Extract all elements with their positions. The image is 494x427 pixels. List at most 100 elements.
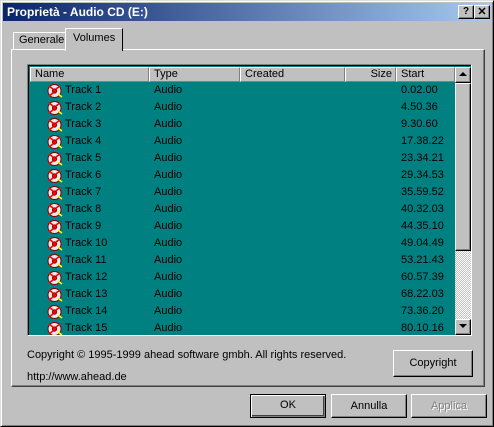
row-start: 40.32.03 <box>401 203 444 215</box>
tab-volumes[interactable]: Volumes <box>65 28 123 51</box>
row-start: 80.10.16 <box>401 322 444 334</box>
scroll-thumb[interactable] <box>455 83 471 251</box>
row-type: Audio <box>154 169 183 181</box>
row-type: Audio <box>154 186 183 198</box>
audio-track-icon <box>47 288 63 302</box>
table-row[interactable]: Track 15 Audio 80.10.16 <box>30 320 455 335</box>
row-type: Audio <box>154 271 183 283</box>
row-name: Track 11 <box>65 254 107 266</box>
audio-track-icon <box>47 169 63 183</box>
audio-track-icon <box>47 220 63 234</box>
audio-track-icon <box>47 101 63 115</box>
row-type: Audio <box>154 220 183 232</box>
copyright-button[interactable]: Copyright <box>393 350 473 377</box>
table-row[interactable]: Track 14 Audio 73.36.20 <box>30 303 455 320</box>
table-row[interactable]: Track 8 Audio 40.32.03 <box>30 201 455 218</box>
audio-track-icon <box>47 237 63 251</box>
row-start: 23.34.21 <box>401 152 444 164</box>
table-row[interactable]: Track 13 Audio 68.22.03 <box>30 286 455 303</box>
row-name: Track 3 <box>65 118 102 130</box>
audio-track-icon <box>47 203 63 217</box>
table-row[interactable]: Track 5 Audio 23.34.21 <box>30 150 455 167</box>
help-button[interactable]: ? <box>458 5 474 19</box>
vertical-scrollbar[interactable] <box>455 67 471 335</box>
scroll-up-button[interactable] <box>455 67 471 83</box>
row-type: Audio <box>154 203 183 215</box>
audio-track-icon <box>47 322 63 335</box>
row-name: Track 2 <box>65 101 102 113</box>
row-type: Audio <box>154 152 183 164</box>
properties-dialog: Proprietà - Audio CD (E:) ? ✕ Generale V… <box>0 0 494 427</box>
row-name: Track 5 <box>65 152 102 164</box>
audio-track-icon <box>47 118 63 132</box>
audio-track-icon <box>47 305 63 319</box>
row-name: Track 15 <box>65 322 108 334</box>
window-title: Proprietà - Audio CD (E:) <box>7 5 148 19</box>
website-url: http://www.ahead.de <box>27 371 127 383</box>
table-row[interactable]: Track 7 Audio 35.59.52 <box>30 184 455 201</box>
ok-button[interactable]: OK <box>250 394 326 418</box>
row-type: Audio <box>154 237 183 249</box>
table-row[interactable]: Track 2 Audio 4.50.36 <box>30 99 455 116</box>
row-start: 49.04.49 <box>401 237 444 249</box>
row-start: 60.57.39 <box>401 271 444 283</box>
audio-track-icon <box>47 271 63 285</box>
row-type: Audio <box>154 135 183 147</box>
table-row[interactable]: Track 12 Audio 60.57.39 <box>30 269 455 286</box>
row-name: Track 7 <box>65 186 102 198</box>
cancel-button[interactable]: Annulla <box>331 394 407 418</box>
arrow-down-icon <box>459 324 467 328</box>
row-name: Track 9 <box>65 220 102 232</box>
audio-track-icon <box>47 152 63 166</box>
row-type: Audio <box>154 322 183 334</box>
audio-track-icon <box>47 186 63 200</box>
audio-track-icon <box>47 135 63 149</box>
audio-track-icon <box>47 254 63 268</box>
row-start: 44.35.10 <box>401 220 444 232</box>
table-row[interactable]: Track 3 Audio 9.30.60 <box>30 116 455 133</box>
tab-generale[interactable]: Generale <box>13 32 67 50</box>
row-start: 73.36.20 <box>401 305 444 317</box>
row-name: Track 10 <box>65 237 108 249</box>
row-name: Track 6 <box>65 169 102 181</box>
list-header: Name Type Created Size Start <box>30 67 455 82</box>
row-start: 9.30.60 <box>401 118 438 130</box>
row-type: Audio <box>154 305 183 317</box>
arrow-up-icon <box>459 72 467 76</box>
column-header-name[interactable]: Name <box>30 67 149 82</box>
row-type: Audio <box>154 254 183 266</box>
apply-button[interactable]: Applica <box>411 394 487 418</box>
row-start: 17.38.22 <box>401 135 444 147</box>
column-header-created[interactable]: Created <box>240 67 345 82</box>
close-button[interactable]: ✕ <box>474 5 490 19</box>
column-header-type[interactable]: Type <box>149 67 240 82</box>
row-start: 29.34.53 <box>401 169 444 181</box>
row-start: 35.59.52 <box>401 186 444 198</box>
row-type: Audio <box>154 118 183 130</box>
row-start: 0.02.00 <box>401 84 438 96</box>
row-type: Audio <box>154 101 183 113</box>
table-row[interactable]: Track 11 Audio 53.21.43 <box>30 252 455 269</box>
row-start: 68.22.03 <box>401 288 444 300</box>
row-name: Track 13 <box>65 288 108 300</box>
row-name: Track 8 <box>65 203 102 215</box>
column-header-size[interactable]: Size <box>345 67 396 82</box>
row-name: Track 4 <box>65 135 102 147</box>
row-type: Audio <box>154 288 183 300</box>
table-row[interactable]: Track 10 Audio 49.04.49 <box>30 235 455 252</box>
table-row[interactable]: Track 6 Audio 29.34.53 <box>30 167 455 184</box>
table-row[interactable]: Track 1 Audio 0.02.00 <box>30 82 455 99</box>
row-name: Track 14 <box>65 305 108 317</box>
row-start: 53.21.43 <box>401 254 444 266</box>
scroll-down-button[interactable] <box>455 319 471 335</box>
copyright-text: Copyright © 1995-1999 ahead software gmb… <box>27 349 347 361</box>
volumes-list[interactable]: Name Type Created Size Start Track 1 Audi… <box>27 64 472 336</box>
title-bar[interactable]: Proprietà - Audio CD (E:) ? ✕ <box>3 3 491 21</box>
column-header-start[interactable]: Start <box>396 67 455 82</box>
scroll-track[interactable] <box>455 83 471 319</box>
list-rows: Track 1 Audio 0.02.00 Track 2 Audio 4.50.36 Tr… <box>30 82 455 335</box>
table-row[interactable]: Track 4 Audio 17.38.22 <box>30 133 455 150</box>
row-type: Audio <box>154 84 183 96</box>
table-row[interactable]: Track 9 Audio 44.35.10 <box>30 218 455 235</box>
row-name: Track 1 <box>65 84 102 96</box>
